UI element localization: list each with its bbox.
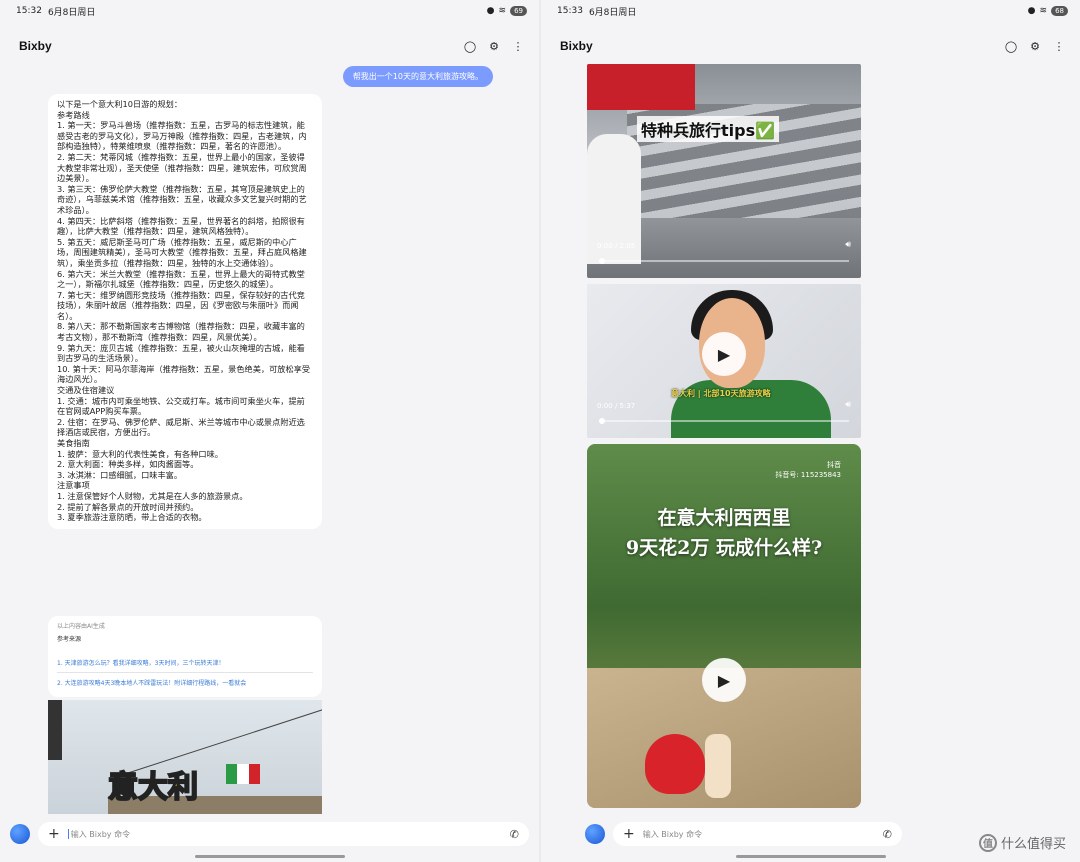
video-controls: 0:00 / 2:05 🔊︎ — [595, 240, 853, 272]
app-bar: Bixby ◯ ⚙ ⋮ — [541, 32, 1080, 60]
source-link[interactable]: 1. 天津旅游怎么玩？看我详细攻略，3天时间，三个玩转天津！ — [57, 653, 313, 673]
more-vertical-icon[interactable]: ⋮ — [1052, 39, 1066, 53]
video-list[interactable]: 特种兵旅行tips✅ 0:00 / 2:05 🔊︎ ▶ 意大利 | 北部10天旅… — [587, 64, 902, 814]
home-indicator[interactable] — [735, 855, 886, 858]
more-vertical-icon[interactable]: ⋮ — [511, 39, 525, 53]
location-icon: ● — [486, 6, 495, 16]
video-overlay-title: 特种兵旅行tips✅ — [637, 116, 780, 142]
watermark: 值 什么值得买 — [978, 833, 1066, 852]
ai-generated-note: 以上内容由AI生成 — [57, 623, 105, 630]
phone-icon[interactable]: ✆ — [510, 828, 519, 841]
location-icon: ● — [1027, 6, 1036, 16]
gear-icon[interactable]: ⚙ — [1028, 39, 1042, 53]
video-overlay-line2: 9天花2万 玩成什么样? — [625, 537, 823, 559]
progress-knob[interactable] — [599, 418, 605, 424]
split-screen: 15:32 6月8日周日 ● ≋ 69 Bixby ◯ ⚙ ⋮ 帮我出一个10天… — [0, 0, 1080, 862]
person-second — [705, 734, 731, 798]
status-time: 15:32 — [16, 6, 42, 16]
home-indicator[interactable] — [194, 855, 345, 858]
video-time: 0:00 / 2:05 — [597, 242, 636, 250]
volume-icon[interactable]: 🔊︎ — [845, 240, 851, 250]
play-button[interactable]: ▶ — [702, 658, 746, 702]
app-bar: Bixby ◯ ⚙ ⋮ — [0, 32, 539, 60]
command-input[interactable]: + 输入 Bixby 命令 ✆ — [613, 822, 902, 846]
bus-scene — [587, 64, 695, 110]
right-pane: 15:33 6月8日周日 ● ≋ 68 Bixby ◯ ⚙ ⋮ 特种兵旅行tip… — [541, 0, 1080, 862]
wifi-icon: ≋ — [1039, 6, 1048, 16]
video-overlay-line1: 在意大利西西里 — [657, 507, 791, 529]
gear-icon[interactable]: ⚙ — [487, 39, 501, 53]
status-date: 6月8日周日 — [47, 7, 96, 18]
user-message: 帮我出一个10天的意大利旅游攻略。 — [342, 66, 493, 87]
conversation[interactable]: 帮我出一个10天的意大利旅游攻略。 以下是一个意大利10日游的规划： 参考路线 … — [40, 64, 499, 814]
play-button[interactable]: ▶ — [702, 332, 746, 376]
app-title: Bixby — [560, 39, 593, 53]
video-thumbnail[interactable]: 意大利 — [48, 700, 322, 814]
video-card[interactable]: 抖音 抖音号: 115235843 在意大利西西里 9天花2万 玩成什么样? ▶ — [587, 444, 861, 808]
ai-response-card: 以下是一个意大利10日游的规划： 参考路线 1. 第一天：罗马斗兽场（推荐指数：… — [48, 94, 322, 529]
input-placeholder: 输入 Bixby 命令 — [70, 829, 131, 839]
progress-track[interactable] — [599, 418, 849, 424]
input-bar: + 输入 Bixby 命令 ✆ — [10, 820, 529, 848]
volume-icon[interactable]: 🔊︎ — [845, 400, 851, 410]
plus-icon[interactable]: + — [48, 826, 60, 842]
sources-card: 以上内容由AI生成 参考来源 1. 天津旅游怎么玩？看我详细攻略，3天时间，三个… — [48, 616, 322, 697]
status-bar: 15:32 6月8日周日 ● ≋ 69 — [0, 0, 539, 22]
wifi-icon: ≋ — [498, 6, 507, 16]
thumbnail-title: 意大利 — [107, 769, 199, 806]
video-card[interactable]: ▶ 意大利 | 北部10天旅游攻略 0:00 / 5:37 🔊︎ — [587, 284, 861, 438]
status-time: 15:33 — [557, 6, 583, 16]
left-pane: 15:32 6月8日周日 ● ≋ 69 Bixby ◯ ⚙ ⋮ 帮我出一个10天… — [0, 0, 539, 862]
app-title: Bixby — [19, 39, 52, 53]
status-bar: 15:33 6月8日周日 ● ≋ 68 — [541, 0, 1080, 22]
tiktok-label: 抖音 — [827, 461, 841, 469]
input-placeholder: 输入 Bixby 命令 — [642, 829, 703, 839]
ai-response-text: 以下是一个意大利10日游的规划： 参考路线 1. 第一天：罗马斗兽场（推荐指数：… — [57, 99, 311, 523]
watermark-text: 什么值得买 — [1000, 837, 1066, 852]
thumb-strip — [48, 700, 62, 760]
battery-badge: 69 — [510, 6, 527, 16]
italy-flag-icon — [226, 764, 260, 784]
phone-icon[interactable]: ✆ — [883, 828, 892, 841]
input-bar: + 输入 Bixby 命令 ✆ — [585, 820, 902, 848]
progress-track[interactable] — [599, 258, 849, 264]
text-caret — [67, 829, 69, 839]
video-card[interactable]: 特种兵旅行tips✅ 0:00 / 2:05 🔊︎ — [587, 64, 861, 278]
plus-icon[interactable]: + — [623, 826, 635, 842]
bixby-orb-icon[interactable] — [585, 824, 605, 844]
chat-bubble-icon[interactable]: ◯ — [463, 39, 477, 53]
tiktok-id: 抖音号: 115235843 — [775, 471, 841, 479]
video-time: 0:00 / 5:37 — [597, 402, 636, 410]
tiktok-badge: 抖音 抖音号: 115235843 — [775, 460, 841, 480]
watermark-logo-icon: 值 — [978, 833, 997, 852]
status-date: 6月8日周日 — [588, 7, 637, 18]
person-red-dress — [645, 734, 705, 794]
command-input[interactable]: + 输入 Bixby 命令 ✆ — [38, 822, 529, 846]
chat-bubble-icon[interactable]: ◯ — [1004, 39, 1018, 53]
video-overlay-title: 意大利 | 北部10天旅游攻略 — [671, 389, 771, 398]
battery-badge: 68 — [1051, 6, 1068, 16]
sources-heading: 参考来源 — [57, 636, 82, 643]
video-controls: 0:00 / 5:37 🔊︎ — [595, 400, 853, 432]
bixby-orb-icon[interactable] — [10, 824, 30, 844]
progress-knob[interactable] — [599, 258, 605, 264]
source-link[interactable]: 2. 大连旅游攻略4天3晚本地人不踩雷玩法！附详细行程路线，一看就会 — [57, 673, 313, 692]
